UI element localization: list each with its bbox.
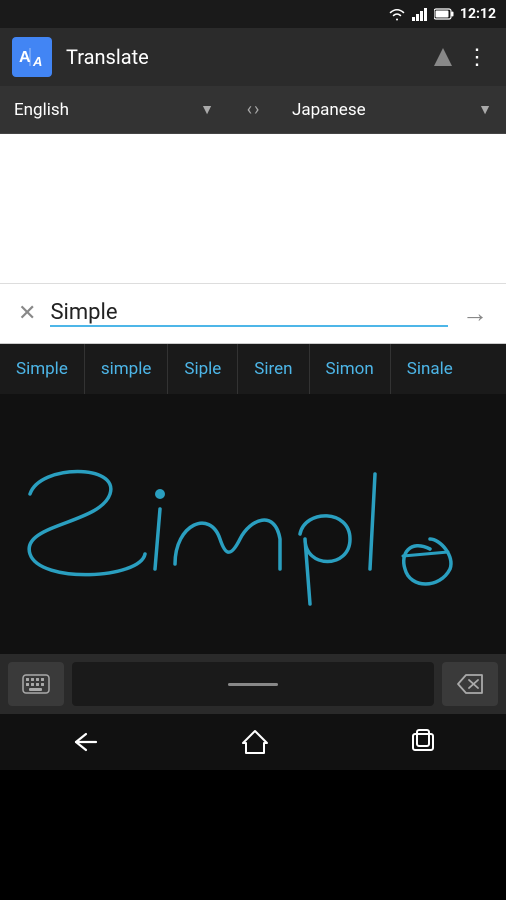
suggestion-item[interactable]: Simple [0, 344, 85, 394]
backspace-button[interactable] [442, 662, 498, 706]
back-icon [70, 730, 100, 754]
signal-small-icon [434, 48, 452, 66]
suggestion-item[interactable]: Simon [310, 344, 391, 394]
battery-icon [434, 8, 454, 20]
navigation-bar [0, 714, 506, 770]
translation-area[interactable] [0, 134, 506, 284]
suggestion-item[interactable]: Sinale [391, 344, 469, 394]
translate-submit-button[interactable]: → [456, 292, 494, 335]
suggestion-item[interactable]: Siren [238, 344, 309, 394]
back-button[interactable] [50, 722, 120, 762]
suggestion-item[interactable]: simple [85, 344, 169, 394]
keyboard-toggle-button[interactable] [8, 662, 64, 706]
status-bar: 12:12 [0, 0, 506, 28]
language-bar: English ▼ ‹ › Japanese ▼ [0, 86, 506, 134]
status-time: 12:12 [460, 6, 496, 22]
input-text-display[interactable]: Simple [50, 296, 117, 329]
home-icon [241, 729, 269, 755]
translate-logo-icon: A A [15, 40, 49, 74]
home-button[interactable] [221, 721, 289, 763]
source-lang-arrow: ▼ [200, 101, 214, 118]
svg-text:A: A [32, 54, 42, 69]
backspace-icon [456, 673, 484, 695]
svg-text:A: A [19, 49, 31, 66]
handwriting-canvas[interactable] [0, 394, 506, 654]
target-lang-arrow: ▼ [478, 101, 492, 118]
swap-left-icon: ‹ [247, 99, 252, 120]
input-row: ✕ Simple → [0, 284, 506, 344]
swap-right-icon: › [254, 99, 259, 120]
app-title: Translate [66, 45, 434, 69]
language-swap-button[interactable]: ‹ › [228, 99, 278, 120]
signal-icon [412, 7, 428, 21]
input-field-wrapper: Simple [50, 300, 448, 327]
suggestion-item[interactable]: Siple [168, 344, 238, 394]
overflow-menu-button[interactable]: ⋮ [460, 39, 494, 76]
recents-button[interactable] [390, 721, 456, 763]
app-header: A A Translate ⋮ [0, 28, 506, 86]
target-language-selector[interactable]: Japanese ▼ [278, 86, 506, 133]
wifi-icon [388, 7, 406, 21]
suggestions-row: SimplesimpleSipleSirenSimonSinale [0, 344, 506, 394]
source-language-label: English [14, 100, 200, 120]
handwriting-svg [0, 394, 506, 654]
target-language-label: Japanese [292, 100, 478, 120]
space-bar-indicator [228, 683, 278, 686]
keyboard-bottom-bar [0, 654, 506, 714]
clear-input-button[interactable]: ✕ [12, 295, 42, 332]
keyboard-icon [22, 674, 50, 694]
space-bar[interactable] [72, 662, 434, 706]
app-logo: A A [12, 37, 52, 77]
source-language-selector[interactable]: English ▼ [0, 86, 228, 133]
recents-icon [410, 729, 436, 755]
